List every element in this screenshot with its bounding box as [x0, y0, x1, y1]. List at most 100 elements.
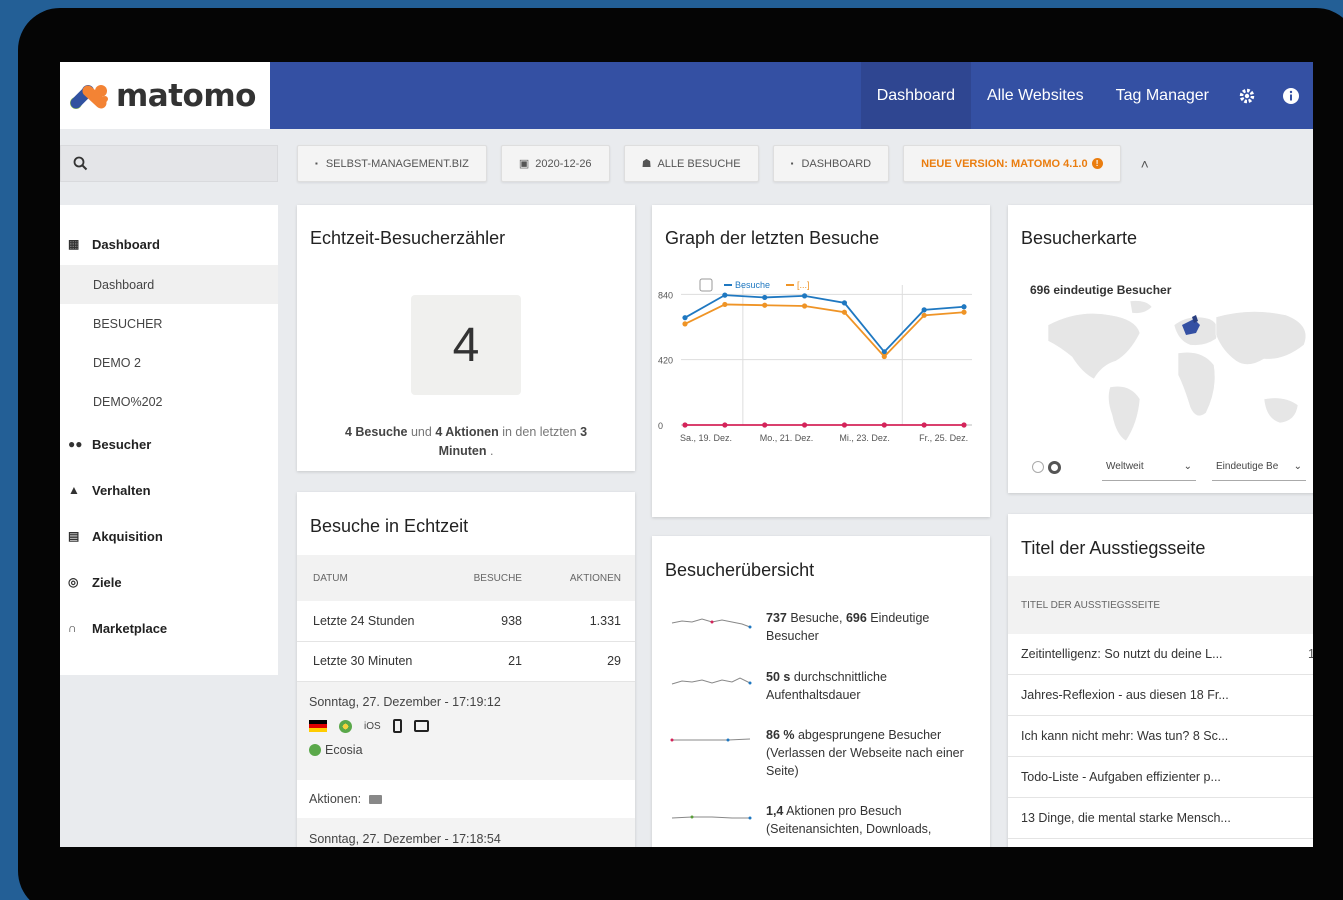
sidebar-subitem-demo2[interactable]: DEMO 2	[60, 343, 278, 382]
collapse-toolbar-icon[interactable]: ˄	[1135, 145, 1155, 182]
toolbar: ▪ SELBST-MANAGEMENT.BIZ ▣ 2020-12-26 ☗ A…	[297, 145, 1155, 182]
gear-icon[interactable]	[1225, 62, 1269, 129]
y-tick-label: 840	[658, 290, 673, 300]
referrer-name: Ecosia	[325, 743, 363, 757]
data-point	[722, 292, 728, 298]
browser-icon	[339, 719, 352, 733]
overview-row: 50 s durchschnittliche Aufenthaltsdauer	[652, 668, 990, 704]
new-version-button[interactable]: NEUE VERSION: MATOMO 4.1.0 !	[903, 145, 1121, 182]
table-row[interactable]: Zeitintelligenz: So nutzt du deine L... …	[1008, 634, 1313, 675]
folder-icon	[369, 794, 383, 804]
sidebar-item-akquisition[interactable]: ▤ Akquisition	[60, 513, 278, 559]
table-row[interactable]: Letzte 24 Stunden 938 1.331	[297, 601, 635, 642]
data-point	[722, 422, 728, 428]
widget-title: Echtzeit-Besucherzähler	[310, 228, 506, 248]
overview-text: 1,4 Aktionen pro Besuch (Seitenansichten…	[766, 802, 976, 838]
data-point	[881, 422, 887, 428]
segment-selector-label: ALLE BESUCHE	[657, 157, 741, 170]
actions-label: Aktionen:	[309, 792, 362, 806]
table-header-row: DATUM BESUCHE AKTIONEN	[297, 555, 635, 601]
grid-icon: ▦	[68, 237, 80, 251]
overview-text: 737 Besuche, 696 Eindeutige Besucher	[766, 609, 976, 645]
table-row[interactable]: Letzte 30 Minuten 21 29	[297, 641, 635, 682]
logo[interactable]: matomo	[60, 62, 270, 129]
screen-resolution-icon	[413, 720, 429, 732]
visit-log-entry[interactable]: Sonntag, 27. Dezember - 17:19:12 iOS Eco…	[297, 682, 635, 780]
table-row[interactable]: Todo-Liste - Aufgaben effizienter p...	[1008, 757, 1313, 798]
search-icon	[73, 156, 88, 171]
visit-time: Sonntag, 27. Dezember - 17:18:54	[309, 832, 501, 846]
visit-log-entry[interactable]: Sonntag, 27. Dezember - 17:18:54	[297, 818, 635, 847]
flag-germany-icon	[309, 720, 327, 732]
table-row[interactable]: Jahres-Reflexion - aus diesen 18 Fr...	[1008, 675, 1313, 716]
sidebar-item-verhalten[interactable]: ▲ Verhalten	[60, 467, 278, 513]
overview-text: 50 s durchschnittliche Aufenthaltsdauer	[766, 668, 976, 704]
chart-export-icon	[699, 278, 713, 292]
nav-dashboard[interactable]: Dashboard	[860, 62, 971, 129]
widget-title: Titel der Ausstiegsseite	[1021, 538, 1206, 558]
row-visits: 21	[440, 641, 536, 682]
sparkline-duration	[671, 677, 752, 685]
sidebar-subitem-dashboard[interactable]: Dashboard	[60, 265, 278, 304]
sidebar-item-label: Marketplace	[92, 620, 168, 636]
overview-row: 86 % abgesprungene Besucher (Verlassen d…	[652, 726, 990, 780]
date-selector-button[interactable]: ▣ 2020-12-26	[500, 145, 610, 182]
zoom-out-icon[interactable]	[1032, 461, 1044, 473]
menu-search-input[interactable]	[60, 145, 278, 182]
column-header-aktionen[interactable]: AKTIONEN	[535, 555, 635, 601]
calendar-icon: ▣	[518, 158, 530, 170]
info-icon[interactable]	[1269, 62, 1313, 129]
data-point	[682, 321, 688, 327]
overview-value-2: 696	[845, 611, 867, 625]
nav-all-websites[interactable]: Alle Websites	[971, 62, 1100, 129]
bell-icon: ▲	[68, 483, 80, 497]
sparkline-actions	[671, 815, 752, 820]
column-header-besuche[interactable]: BESUCHE	[440, 555, 536, 601]
data-point	[921, 312, 927, 318]
exit-title: Zeitintelligenz: So nutzt du deine L...	[1021, 647, 1223, 661]
visits-graph-widget: Graph der letzten Besuche 0 420 840 Sa., 19…	[652, 205, 990, 517]
metric-select[interactable]: Eindeutige Be ⌄	[1212, 453, 1306, 481]
realtime-minutes: Minuten	[438, 444, 487, 458]
exit-title: Todo-Liste - Aufgaben effizienter p...	[1021, 770, 1221, 784]
sidebar-item-marketplace[interactable]: ∩ Marketplace	[60, 605, 278, 651]
realtime-counter-widget: Echtzeit-Besucherzähler 4 4 Besuche und …	[297, 205, 635, 471]
region-select[interactable]: Weltweit ⌄	[1102, 453, 1196, 481]
exit-titles-column-header[interactable]: TITEL DER AUSSTIEGSSEITE	[1008, 576, 1313, 634]
site-selector-button[interactable]: ▪ SELBST-MANAGEMENT.BIZ	[297, 145, 487, 182]
table-row[interactable]: 13 Dinge, die mental starke Mensch...	[1008, 798, 1313, 839]
map-controls	[1032, 453, 1061, 481]
row-label: Letzte 30 Minuten	[297, 641, 441, 682]
realtime-and: und	[407, 425, 436, 439]
realtime-summary: 4 Besuche und 4 Aktionen in den letzten …	[297, 423, 635, 461]
sidebar-subitem-demo202[interactable]: DEMO%202	[60, 382, 278, 421]
nav-tag-manager[interactable]: Tag Manager	[1100, 62, 1225, 129]
visit-icons: iOS	[309, 717, 635, 735]
segment-selector-button[interactable]: ☗ ALLE BESUCHE	[623, 145, 759, 182]
exit-page-titles-widget: Titel der Ausstiegsseite TITEL DER AUSST…	[1008, 514, 1313, 847]
legend-label: Besuche	[735, 280, 770, 290]
date-selector-label: 2020-12-26	[535, 157, 592, 170]
world-map[interactable]	[1018, 295, 1313, 445]
realtime-visits-table: DATUM BESUCHE AKTIONEN Letzte 24 Stunden…	[297, 555, 635, 682]
column-header-datum[interactable]: DATUM	[297, 555, 441, 601]
data-point	[841, 300, 848, 306]
x-tick-label: Mo., 21. Dez.	[760, 433, 814, 443]
globe-icon[interactable]	[1048, 460, 1061, 474]
dashboard-menu-button[interactable]: ▪ DASHBOARD	[772, 145, 890, 182]
table-row[interactable]: Ich kann nicht mehr: Was tun? 8 Sc...	[1008, 716, 1313, 757]
sidebar-item-besucher[interactable]: ●● Besucher	[60, 421, 278, 467]
visits-line-chart: 0 420 840 Sa., 19. Dez. Mo., 21. Dez. Mi., 23…	[658, 278, 972, 443]
sidebar-item-label: Ziele	[92, 574, 122, 590]
sidebar-item-label: Akquisition	[92, 528, 163, 544]
data-point	[682, 422, 688, 428]
visit-actions: Aktionen:	[309, 792, 383, 806]
top-navigation-bar: matomo Dashboard Alle Websites Tag Manag…	[60, 62, 1313, 129]
chevron-down-icon: ⌄	[1183, 461, 1192, 472]
data-point	[762, 294, 768, 301]
realtime-count: 4	[411, 295, 521, 395]
sidebar-item-ziele[interactable]: ◎ Ziele	[60, 559, 278, 605]
sidebar-subitem-besucher[interactable]: BESUCHER	[60, 304, 278, 343]
metric-select-value: Eindeutige Be	[1216, 461, 1279, 472]
row-visits: 938	[440, 601, 536, 642]
